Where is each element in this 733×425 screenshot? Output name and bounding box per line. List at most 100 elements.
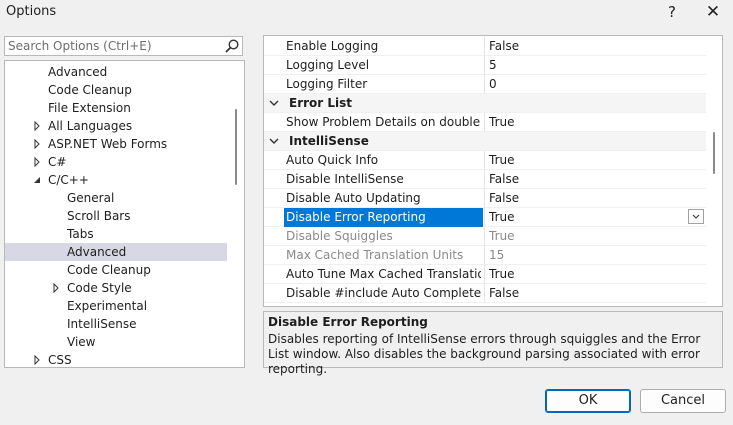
tree-item[interactable]: Advanced [5,63,227,81]
tree-item[interactable]: All Languages [5,117,227,135]
property-value[interactable]: 5 [489,56,689,75]
column-divider [484,227,485,246]
property-value[interactable]: True [489,208,689,227]
property-row[interactable]: Logging Level 5 [264,56,706,75]
tree-item-label: File Extension [48,101,131,115]
column-divider [484,151,485,170]
tree-item[interactable]: CSS [5,351,227,367]
chevron-down-icon[interactable] [269,98,279,108]
property-value[interactable]: True [489,151,689,170]
tree-item-label: C/C++ [48,173,89,187]
property-row[interactable]: Disable #include Auto Complete False [264,284,706,303]
cancel-button[interactable]: Cancel [640,389,726,413]
tree-item-label: Code Cleanup [48,83,132,97]
tree-item[interactable]: View [5,333,227,351]
expand-arrow-icon[interactable] [32,135,42,153]
column-divider [484,265,485,284]
property-grid: Enable Logging False Logging Level 5 Logging… [263,35,723,307]
property-row[interactable]: Disable Squiggles True [264,227,706,246]
property-row[interactable]: Enable Logging False [264,37,706,56]
description-text: Disables reporting of IntelliSense error… [268,332,701,376]
property-row[interactable]: Logging Filter 0 [264,75,706,94]
tree-item[interactable]: ASP.NET Web Forms [5,135,227,153]
property-value[interactable]: False [489,284,689,303]
column-divider [484,246,485,265]
property-row[interactable]: Auto Quick Info True [264,151,706,170]
chevron-down-icon[interactable] [269,136,279,146]
category-row[interactable]: Error List [264,94,706,113]
tree-scrollbar-thumb[interactable] [235,109,237,185]
property-name: Auto Tune Max Cached Translation U [286,267,481,281]
tree-item-label: Code Style [67,281,132,295]
property-value[interactable]: 0 [489,75,689,94]
tree-item-label: IntelliSense [67,317,137,331]
tree-item-label: Tabs [67,227,94,241]
tree-item-label: Advanced [48,65,108,79]
property-name: Disable Auto Updating [286,191,421,205]
tree-item-label: Scroll Bars [67,209,131,223]
property-value[interactable]: False [489,189,689,208]
property-value[interactable]: False [489,37,689,56]
property-name: Disable #include Auto Complete [286,286,481,300]
column-divider [484,113,485,132]
property-name: Enable Logging [286,39,379,53]
property-value[interactable]: True [489,113,689,132]
category-row[interactable]: IntelliSense [264,132,706,151]
property-name: Logging Level [286,58,370,72]
description-title: Disable Error Reporting [268,315,428,329]
property-row[interactable]: Disable IntelliSense False [264,170,706,189]
column-divider [484,56,485,75]
property-name: Disable Error Reporting [284,208,483,227]
tree-item[interactable]: File Extension [5,99,227,117]
tree-item[interactable]: Code Cleanup [5,261,227,279]
property-value[interactable]: True [489,227,689,246]
tree-item[interactable]: Scroll Bars [5,207,227,225]
column-divider [484,37,485,56]
tree-item[interactable]: Experimental [5,297,227,315]
ok-button[interactable]: OK [545,389,631,413]
tree-item[interactable]: C/C++ [5,171,227,189]
help-button[interactable]: ? [652,0,692,26]
property-value[interactable]: True [489,265,689,284]
search-input[interactable] [8,38,218,54]
property-row[interactable]: Show Problem Details on double cli True [264,113,706,132]
tree-item[interactable]: Tabs [5,225,227,243]
tree-item-label: General [67,191,115,205]
tree-item-label: ASP.NET Web Forms [48,137,168,151]
property-row[interactable]: Disable Error Reporting True [264,208,706,227]
property-value[interactable]: 15 [489,246,689,265]
tree-item-label: C# [48,155,67,169]
collapse-arrow-icon[interactable] [32,171,42,189]
category-label: IntelliSense [289,134,369,148]
column-divider [484,284,485,303]
dropdown-button[interactable] [688,209,704,224]
column-divider [484,170,485,189]
property-name: Logging Filter [286,77,368,91]
grid-scrollbar-thumb[interactable] [713,132,715,174]
expand-arrow-icon[interactable] [32,117,42,135]
expand-arrow-icon[interactable] [51,279,61,297]
property-name: Disable IntelliSense [286,172,404,186]
tree-item[interactable]: Code Style [5,279,227,297]
expand-arrow-icon[interactable] [32,153,42,171]
property-value[interactable]: False [489,170,689,189]
property-row[interactable]: Disable Auto Updating False [264,189,706,208]
tree-item[interactable]: General [5,189,227,207]
tree-item[interactable]: Code Cleanup [5,81,227,99]
tree-item[interactable]: Advanced [5,243,227,261]
property-row[interactable]: Auto Tune Max Cached Translation U True [264,265,706,284]
tree-item[interactable]: IntelliSense [5,315,227,333]
property-name: Auto Quick Info [286,153,379,167]
title-bar: Options ? ✕ [0,0,733,26]
tree-item-label: Advanced [67,245,127,259]
expand-arrow-icon[interactable] [32,351,42,367]
search-box [4,36,243,56]
property-row[interactable]: Max Cached Translation Units 15 [264,246,706,265]
close-button[interactable]: ✕ [693,0,733,26]
window-title: Options [6,4,57,19]
tree-item[interactable]: C# [5,153,227,171]
search-icon[interactable] [224,38,240,54]
tree-item-label: CSS [48,353,72,367]
options-tree: Advanced Code Cleanup File Extension All La… [4,60,245,368]
column-divider [484,75,485,94]
